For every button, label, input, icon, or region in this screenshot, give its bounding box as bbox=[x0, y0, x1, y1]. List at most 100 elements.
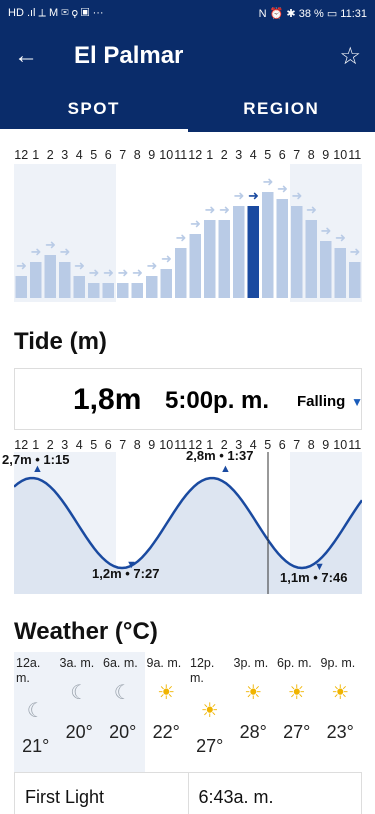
sun-icon: ☀ bbox=[244, 682, 263, 704]
weather-column: 9p. m. ☀ 23° bbox=[319, 652, 363, 772]
swell-direction-icon: ➜ bbox=[118, 265, 129, 280]
hour-label: 6 bbox=[104, 438, 112, 452]
hour-label: 2 bbox=[46, 438, 54, 452]
hour-label: 10 bbox=[333, 438, 348, 452]
tab-spot[interactable]: SPOT bbox=[0, 86, 188, 132]
hour-label: 4 bbox=[249, 148, 257, 162]
tide-extreme-1: 2,7m • 1:15 bbox=[2, 452, 70, 467]
weather-time: 12a. m. bbox=[16, 656, 41, 685]
weather-column: 3a. m. ☾ 20° bbox=[57, 652, 101, 772]
weather-column: 6a. m. ☾ 20° bbox=[101, 652, 145, 772]
weather-column: 6p. m. ☀ 27° bbox=[275, 652, 319, 772]
moon-icon: ☾ bbox=[70, 682, 89, 704]
weather-column: 3p. m. ☀ 28° bbox=[232, 652, 276, 772]
hour-label: 5 bbox=[90, 438, 98, 452]
hour-label: 5 bbox=[264, 148, 272, 162]
swell-hour-labels: 12 1 2 3 4 5 6 7 8 9 10 11 12 1 2 3 4 5 6 7 8 9 10 11 bbox=[14, 148, 362, 162]
hour-label: 3 bbox=[61, 148, 69, 162]
hour-label: 11 bbox=[348, 148, 362, 162]
weather-column: 9a. m. ☀ 22° bbox=[145, 652, 189, 772]
swell-bar bbox=[204, 220, 216, 298]
hour-label: 3 bbox=[61, 438, 69, 452]
hour-label: 8 bbox=[133, 148, 141, 162]
swell-bar bbox=[276, 199, 288, 298]
tide-falling-icon: ▼ bbox=[351, 395, 363, 409]
first-light-row: First Light 6:43a. m. bbox=[14, 772, 362, 814]
weather-time: 9p. m. bbox=[320, 656, 356, 670]
hour-label: 9 bbox=[148, 438, 156, 452]
swell-bar bbox=[320, 241, 332, 298]
hour-label: 1 bbox=[32, 148, 40, 162]
hour-label: 12 bbox=[14, 148, 29, 162]
swell-bar bbox=[44, 255, 56, 298]
swell-bar bbox=[218, 220, 230, 298]
swell-bar bbox=[131, 283, 143, 298]
hour-label: 3 bbox=[235, 148, 243, 162]
hour-label: 7 bbox=[293, 148, 301, 162]
hour-label: 9 bbox=[322, 148, 330, 162]
moon-icon: ☾ bbox=[113, 682, 132, 704]
swell-direction-icon: ➜ bbox=[234, 188, 245, 203]
tide-summary: 1,8m 5:00p. m. Falling ▼ bbox=[14, 368, 363, 430]
weather-temp: 22° bbox=[152, 722, 180, 742]
swell-bar bbox=[349, 262, 361, 298]
swell-bar bbox=[305, 220, 317, 298]
swell-bar bbox=[15, 276, 27, 298]
tide-time: 5:00p. m. bbox=[165, 387, 270, 414]
hour-label: 7 bbox=[119, 148, 127, 162]
hour-label: 9 bbox=[322, 438, 330, 452]
swell-direction-icon: ➜ bbox=[277, 181, 288, 196]
swell-bar bbox=[247, 206, 259, 298]
hour-label: 6 bbox=[104, 148, 112, 162]
weather-grid: 12a. m. ☾ 21° 3a. m. ☾ 20° 6a. m. ☾ 20° 9a. m. ☀ 22… bbox=[14, 652, 362, 772]
sun-icon: ☀ bbox=[200, 700, 219, 722]
swell-direction-icon: ➜ bbox=[45, 237, 56, 252]
spot-title: El Palmar bbox=[74, 42, 184, 69]
hour-label: 4 bbox=[75, 438, 83, 452]
weather-time: 6a. m. bbox=[103, 656, 138, 670]
swell-direction-icon: ➜ bbox=[205, 202, 216, 217]
hour-label: 4 bbox=[75, 148, 83, 162]
first-light-value: 6:43a. m. bbox=[187, 773, 362, 814]
tab-region[interactable]: REGION bbox=[188, 86, 375, 132]
weather-temp: 21° bbox=[22, 736, 50, 756]
hour-label: 7 bbox=[293, 438, 301, 452]
weather-time: 9a. m. bbox=[146, 656, 182, 670]
tide-extreme-2: 1,2m • 7:27 bbox=[92, 566, 160, 581]
swell-direction-icon: ➜ bbox=[161, 251, 172, 266]
swell-direction-icon: ➜ bbox=[321, 223, 332, 238]
weather-column: 12a. m. ☾ 21° bbox=[14, 652, 58, 772]
weather-temp: 20° bbox=[65, 722, 93, 742]
swell-bar bbox=[291, 206, 303, 298]
favorite-star-icon[interactable]: ☆ bbox=[339, 42, 361, 71]
hour-label: 8 bbox=[307, 438, 315, 452]
hour-label: 7 bbox=[119, 438, 127, 452]
tide-marker-icon: ▲ bbox=[220, 463, 231, 475]
status-left: HD .ıl ⟂ M ✉ ⚲ ▣ ··· bbox=[8, 6, 104, 19]
swell-direction-icon: ➜ bbox=[74, 258, 85, 273]
swell-bar bbox=[189, 234, 201, 298]
hour-label: 8 bbox=[133, 438, 141, 452]
hour-label: 11 bbox=[174, 148, 188, 162]
swell-direction-icon: ➜ bbox=[350, 244, 361, 259]
status-bar: HD .ıl ⟂ M ✉ ⚲ ▣ ··· N ⏰ ✱ 38 % ▭ 11:31 bbox=[0, 0, 375, 26]
swell-direction-icon: ➜ bbox=[31, 244, 42, 259]
swell-bar bbox=[30, 262, 42, 298]
swell-bar bbox=[175, 248, 187, 298]
weather-time: 12p. m. bbox=[190, 656, 215, 685]
hour-label: 9 bbox=[148, 148, 156, 162]
swell-direction-icon: ➜ bbox=[248, 188, 259, 203]
hour-label: 2 bbox=[220, 148, 228, 162]
hour-label: 12 bbox=[188, 148, 203, 162]
swell-direction-icon: ➜ bbox=[219, 202, 230, 217]
swell-direction-icon: ➜ bbox=[16, 258, 27, 273]
weather-temp: 27° bbox=[283, 722, 311, 742]
tide-height: 1,8m bbox=[73, 383, 142, 416]
tide-title: Tide (m) bbox=[14, 328, 107, 355]
back-arrow-icon[interactable]: ← bbox=[14, 42, 54, 70]
swell-bar bbox=[160, 269, 172, 298]
swell-direction-icon: ➜ bbox=[335, 230, 346, 245]
hour-label: 10 bbox=[159, 438, 174, 452]
hour-label: 1 bbox=[206, 148, 214, 162]
swell-bar bbox=[117, 283, 129, 298]
